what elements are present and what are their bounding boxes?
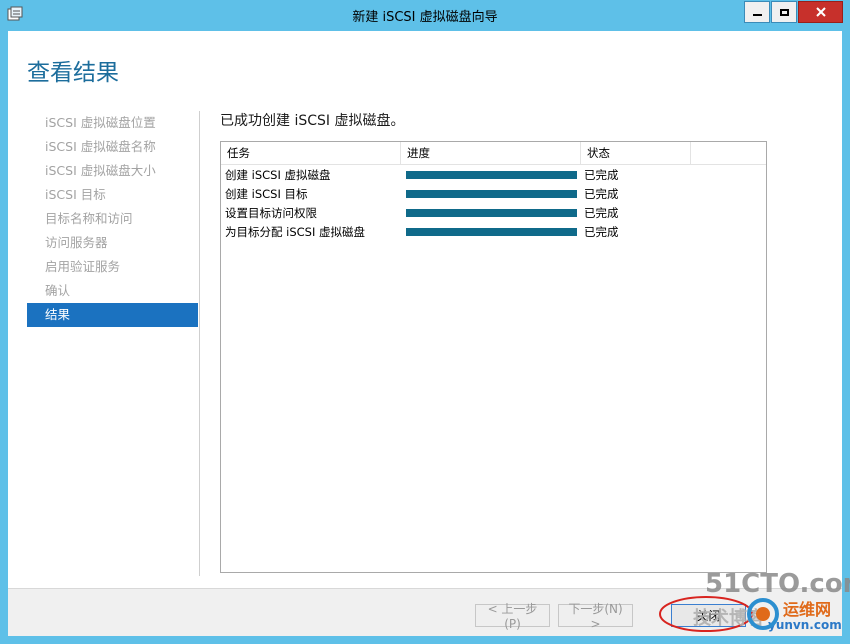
nav-step-disk-size[interactable]: iSCSI 虚拟磁盘大小 [27,159,198,183]
nav-step-access-servers[interactable]: 访问服务器 [27,231,198,255]
table-row[interactable]: 设置目标访问权限 已完成 [221,203,766,222]
progress-bar [406,190,577,198]
task-status: 已完成 [584,225,619,239]
close-icon [815,7,826,17]
nav-step-results[interactable]: 结果 [27,303,198,327]
list-header: 任务 进度 状态 [221,142,766,165]
nav-step-label: iSCSI 虚拟磁盘大小 [45,163,156,178]
nav-step-label: 访问服务器 [45,235,108,250]
nav-step-label: 目标名称和访问 [45,211,133,226]
task-name: 创建 iSCSI 目标 [225,187,308,201]
maximize-button[interactable] [771,1,797,23]
nav-step-label: 确认 [45,283,71,298]
nav-step-label: 启用验证服务 [45,259,121,274]
nav-step-label: iSCSI 目标 [45,187,106,202]
result-heading: 已成功创建 iSCSI 虚拟磁盘。 [220,113,405,129]
wizard-steps-nav: iSCSI 虚拟磁盘位置 iSCSI 虚拟磁盘名称 iSCSI 虚拟磁盘大小 i… [27,111,198,327]
task-status: 已完成 [584,206,619,220]
table-row[interactable]: 创建 iSCSI 虚拟磁盘 已完成 [221,165,766,184]
progress-bar [406,209,577,217]
nav-divider [199,111,200,576]
nav-step-iscsi-target[interactable]: iSCSI 目标 [27,183,198,207]
wizard-client-area: 查看结果 iSCSI 虚拟磁盘位置 iSCSI 虚拟磁盘名称 iSCSI 虚拟磁… [8,31,850,636]
nav-step-target-name-access[interactable]: 目标名称和访问 [27,207,198,231]
minimize-button[interactable] [744,1,770,23]
nav-step-label: iSCSI 虚拟磁盘位置 [45,115,156,130]
progress-bar [406,228,577,236]
window-title: 新建 iSCSI 虚拟磁盘向导 [352,10,498,25]
nav-step-enable-auth[interactable]: 启用验证服务 [27,255,198,279]
table-row[interactable]: 创建 iSCSI 目标 已完成 [221,184,766,203]
title-bar: 新建 iSCSI 虚拟磁盘向导 [0,0,850,32]
watermark-site2-name: 运维网 [783,600,832,619]
nav-step-label: iSCSI 虚拟磁盘名称 [45,139,156,154]
progress-bar [406,171,577,179]
task-name: 设置目标访问权限 [225,206,317,220]
task-name: 为目标分配 iSCSI 虚拟磁盘 [225,225,366,239]
column-header-task[interactable]: 任务 [221,142,401,164]
next-button[interactable]: 下一步(N) > [558,602,633,631]
nav-step-label: 结果 [45,307,71,322]
close-window-button[interactable] [798,1,843,23]
column-header-progress[interactable]: 进度 [401,142,581,164]
previous-button[interactable]: < 上一步(P) [475,602,550,631]
results-list[interactable]: 任务 进度 状态 创建 iSCSI 虚拟磁盘 已完成 创建 iSCSI 目标 已… [220,141,767,573]
task-status: 已完成 [584,168,619,182]
minimize-icon [752,14,762,16]
nav-step-confirm[interactable]: 确认 [27,279,198,303]
nav-step-disk-name[interactable]: iSCSI 虚拟磁盘名称 [27,135,198,159]
task-status: 已完成 [584,187,619,201]
maximize-icon [779,8,789,16]
table-row[interactable]: 为目标分配 iSCSI 虚拟磁盘 已完成 [221,222,766,241]
nav-step-disk-location[interactable]: iSCSI 虚拟磁盘位置 [27,111,198,135]
column-header-status[interactable]: 状态 [581,142,691,164]
task-name: 创建 iSCSI 虚拟磁盘 [225,168,331,182]
watermark-logo-icon [747,598,779,630]
page-title: 查看结果 [27,60,119,86]
